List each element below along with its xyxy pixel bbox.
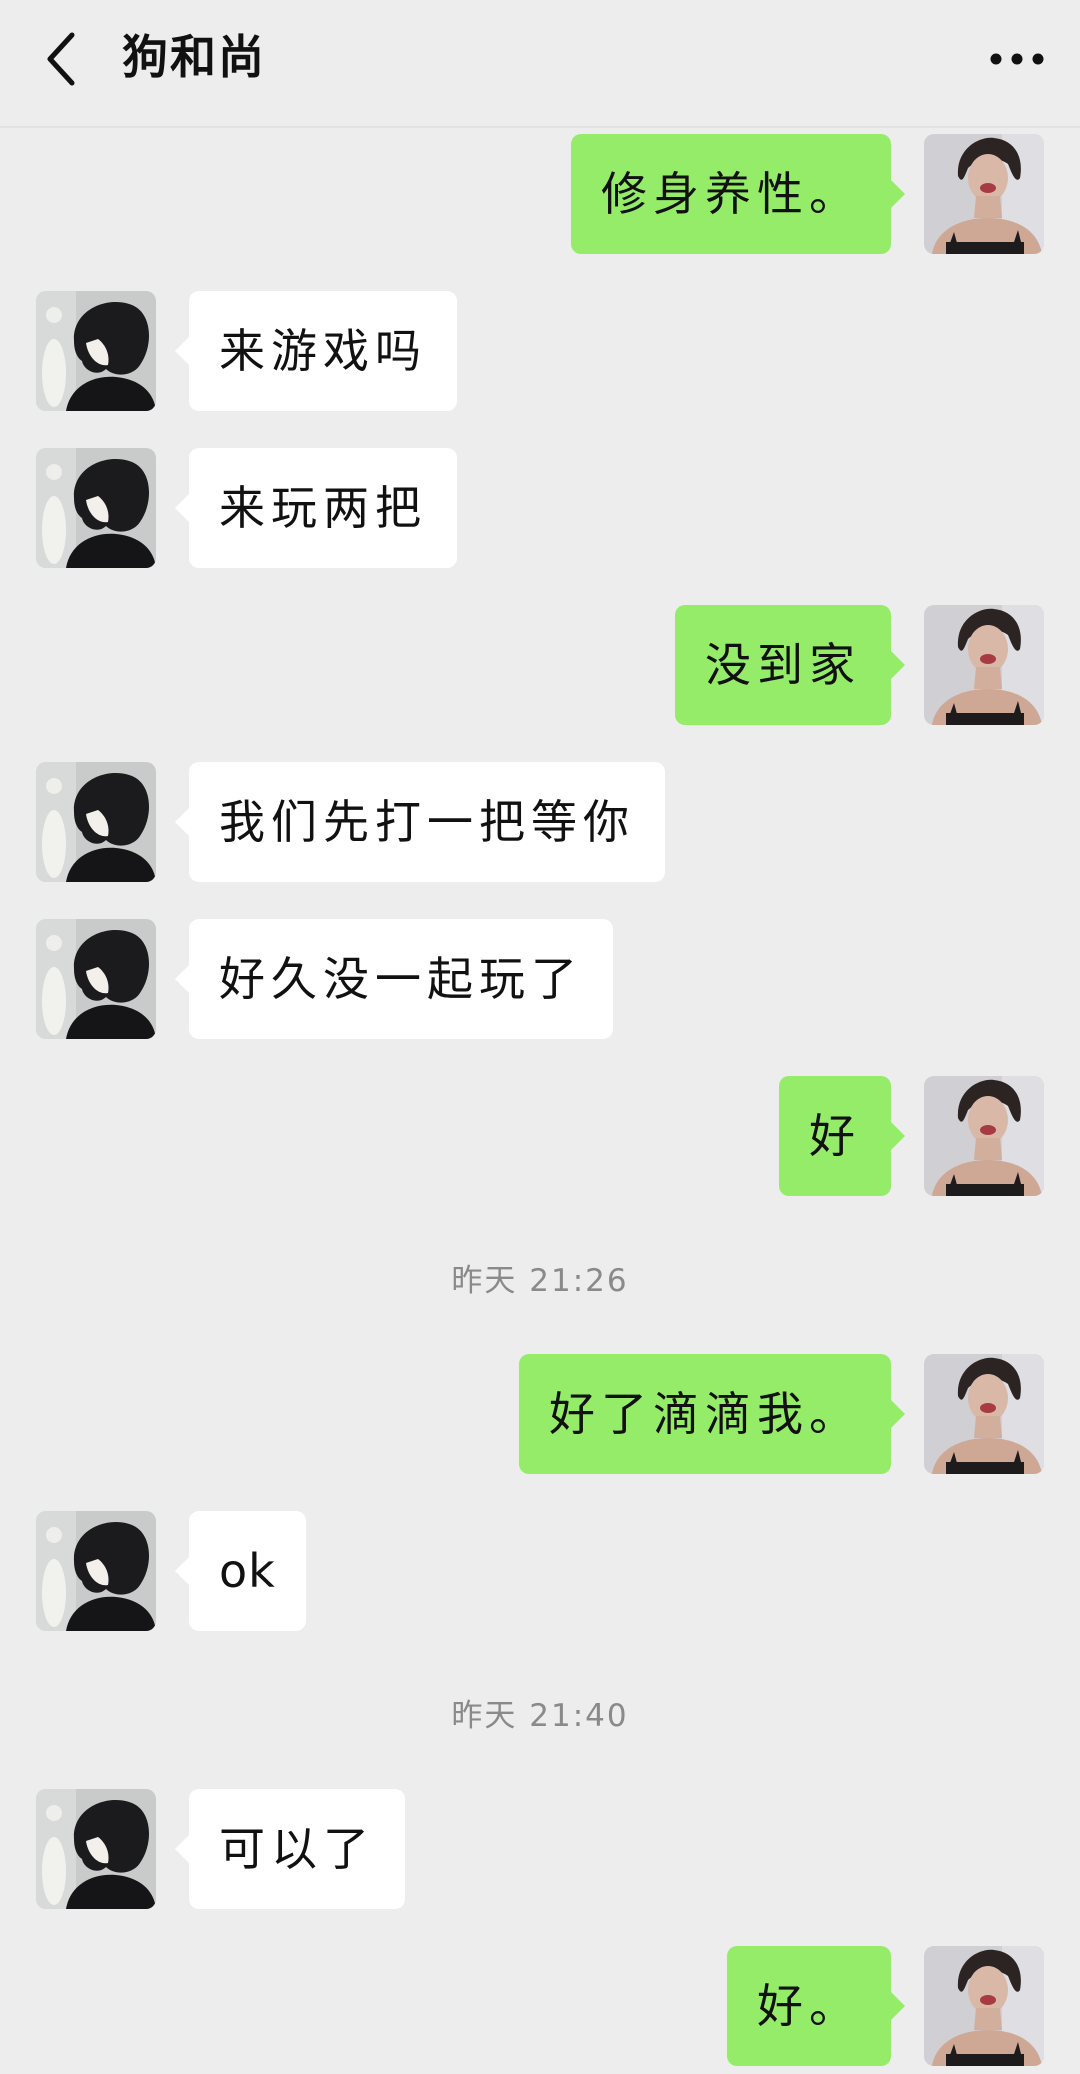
message-row-self: 好了滴滴我。 [0,1354,1080,1474]
message-bubble-other[interactable]: 可以了 [175,1789,405,1909]
chevron-left-icon [47,32,75,86]
message-bubble-self[interactable]: 没到家 [675,605,905,725]
message-bubble-self[interactable]: 修身养性。 [571,134,905,254]
avatar-self[interactable] [924,1354,1044,1474]
timestamp: 昨天 21:40 [451,1698,629,1734]
message-row-self: 没到家 [0,605,1080,725]
message-row-other: 来游戏吗 [0,291,1080,411]
message-row-other: ok [0,1511,1080,1631]
message-row-other: 可以了 [0,1789,1080,1909]
message-bubble-other[interactable]: 好久没一起玩了 [175,919,613,1039]
message-list[interactable]: 修身养性。 来游戏吗 来玩两把 没到家 我们先打一把等你 好久没一起玩了 好 昨… [0,128,1080,2074]
message-row-other: 我们先打一把等你 [0,762,1080,882]
message-row-self: 修身养性。 [0,134,1080,254]
avatar-other[interactable] [36,1789,156,1909]
avatar-self[interactable] [924,1946,1044,2066]
message-bubble-other[interactable]: 我们先打一把等你 [175,762,665,882]
avatar-self[interactable] [924,605,1044,725]
timestamp: 昨天 21:26 [451,1263,629,1299]
message-row-other: 好久没一起玩了 [0,919,1080,1039]
avatar-self[interactable] [924,134,1044,254]
avatar-other[interactable] [36,448,156,568]
message-bubble-other[interactable]: 来游戏吗 [175,291,457,411]
message-bubble-self[interactable]: 好。 [727,1946,905,2066]
avatar-other[interactable] [36,919,156,1039]
message-row-self: 好。 [0,1946,1080,2066]
avatar-other[interactable] [36,1511,156,1631]
message-bubble-other[interactable]: ok [175,1511,306,1631]
more-button[interactable] [982,24,1052,94]
message-row-other: 来玩两把 [0,448,1080,568]
avatar-other[interactable] [36,762,156,882]
back-button[interactable] [30,24,90,94]
avatar-self[interactable] [924,1076,1044,1196]
message-bubble-self[interactable]: 好 [779,1076,905,1196]
more-dots-icon [990,53,1044,65]
chat-title: 狗和尚 [122,30,266,84]
top-bar: 狗和尚 [0,0,1080,128]
message-bubble-self[interactable]: 好了滴滴我。 [519,1354,905,1474]
message-bubble-other[interactable]: 来玩两把 [175,448,457,568]
message-row-self: 好 [0,1076,1080,1196]
avatar-other[interactable] [36,291,156,411]
